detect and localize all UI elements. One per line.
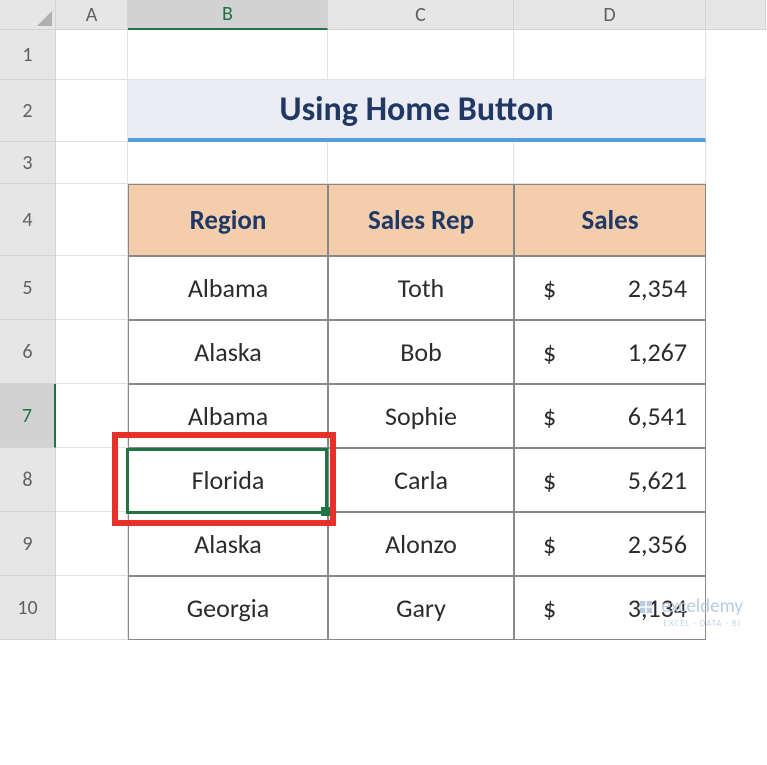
cell-C6[interactable]: Bob xyxy=(328,320,514,384)
watermark-icon xyxy=(637,598,655,616)
spreadsheet-grid: A B C D 1 2 Using Home Button 3 4 Region… xyxy=(0,0,767,640)
row-header-6[interactable]: 6 xyxy=(0,320,56,384)
cell-A8[interactable] xyxy=(56,448,128,512)
cell-C10[interactable]: Gary xyxy=(328,576,514,640)
col-header-B[interactable]: B xyxy=(128,0,328,30)
cell-D8[interactable]: $5,621 xyxy=(514,448,706,512)
row-header-10[interactable]: 10 xyxy=(0,576,56,640)
col-header-spacer xyxy=(706,0,766,30)
title-cell[interactable]: Using Home Button xyxy=(128,80,706,142)
row-header-2[interactable]: 2 xyxy=(0,80,56,142)
col-header-C[interactable]: C xyxy=(328,0,514,30)
cell-B8[interactable]: Florida xyxy=(128,448,328,512)
row-header-3[interactable]: 3 xyxy=(0,142,56,184)
cell-D1[interactable] xyxy=(514,30,706,80)
cell-A9[interactable] xyxy=(56,512,128,576)
header-sales[interactable]: Sales xyxy=(514,184,706,256)
cell-C5[interactable]: Toth xyxy=(328,256,514,320)
cell-C1[interactable] xyxy=(328,30,514,80)
cell-A4[interactable] xyxy=(56,184,128,256)
cell-D9[interactable]: $2,356 xyxy=(514,512,706,576)
row-header-5[interactable]: 5 xyxy=(0,256,56,320)
cell-B3[interactable] xyxy=(128,142,328,184)
cell-D7[interactable]: $6,541 xyxy=(514,384,706,448)
cell-A6[interactable] xyxy=(56,320,128,384)
cell-D3[interactable] xyxy=(514,142,706,184)
row-header-1[interactable]: 1 xyxy=(0,30,56,80)
cell-C9[interactable]: Alonzo xyxy=(328,512,514,576)
cell-B6[interactable]: Alaska xyxy=(128,320,328,384)
watermark: exceldemy xyxy=(637,595,743,618)
cell-B10[interactable]: Georgia xyxy=(128,576,328,640)
row-header-8[interactable]: 8 xyxy=(0,448,56,512)
cell-C3[interactable] xyxy=(328,142,514,184)
col-header-A[interactable]: A xyxy=(56,0,128,30)
cell-C8[interactable]: Carla xyxy=(328,448,514,512)
cell-B7[interactable]: Albama xyxy=(128,384,328,448)
row-header-4[interactable]: 4 xyxy=(0,184,56,256)
cell-B1[interactable] xyxy=(128,30,328,80)
cell-A2[interactable] xyxy=(56,80,128,142)
row-header-9[interactable]: 9 xyxy=(0,512,56,576)
cell-C7[interactable]: Sophie xyxy=(328,384,514,448)
col-header-D[interactable]: D xyxy=(514,0,706,30)
watermark-tagline: EXCEL · DATA · BI xyxy=(664,618,741,629)
cell-A1[interactable] xyxy=(56,30,128,80)
cell-D6[interactable]: $1,267 xyxy=(514,320,706,384)
cell-A3[interactable] xyxy=(56,142,128,184)
cell-D5[interactable]: $2,354 xyxy=(514,256,706,320)
cell-A10[interactable] xyxy=(56,576,128,640)
header-region[interactable]: Region xyxy=(128,184,328,256)
header-salesrep[interactable]: Sales Rep xyxy=(328,184,514,256)
cell-B5[interactable]: Albama xyxy=(128,256,328,320)
row-header-7[interactable]: 7 xyxy=(0,384,56,448)
cell-A7[interactable] xyxy=(56,384,128,448)
cell-B9[interactable]: Alaska xyxy=(128,512,328,576)
cell-A5[interactable] xyxy=(56,256,128,320)
select-all-corner[interactable] xyxy=(0,0,56,30)
